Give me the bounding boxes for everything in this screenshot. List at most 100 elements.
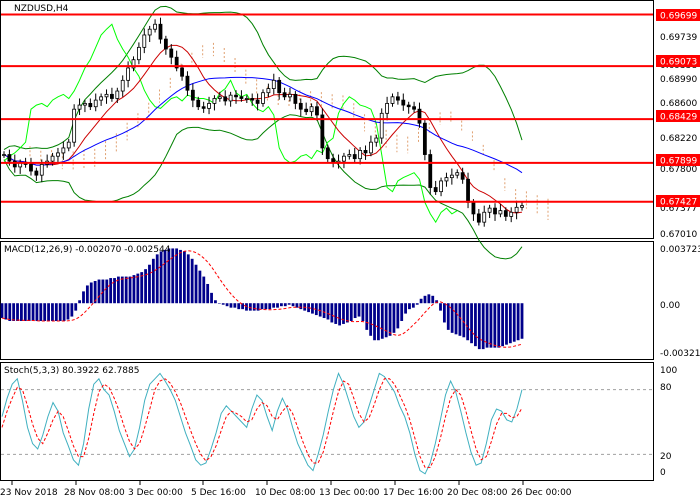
macd-histogram-bar [74,303,78,311]
macd-histogram-bar [508,303,512,344]
stoch-y-tick: 0 [660,468,666,478]
macd-histogram-bar [51,303,54,321]
candle-body [110,93,114,99]
candle-body [369,141,373,154]
price-level-label: 0.67427 [656,195,700,208]
macd-histogram-bar [229,303,233,308]
candle-body [460,172,465,180]
bollinger-lower-line [3,114,523,260]
macd-histogram-bar [58,303,62,321]
candle-body [266,88,271,94]
macd-histogram-bar [477,303,481,350]
candle-body [158,23,163,40]
macd-histogram-bar [20,303,23,321]
macd-histogram-bar [43,303,47,321]
candle-body [363,150,368,154]
bollinger-upper-line [3,5,523,151]
candle-body [487,207,492,213]
macd-histogram-bar [474,303,477,347]
stoch-plot [1,372,653,475]
candle-body [514,206,519,213]
price-plot [1,5,653,260]
candle-body [471,201,476,215]
candle-body [7,154,12,162]
macd-signal-line [1,250,523,348]
candle-body [88,103,93,108]
candle-body [99,96,104,101]
macd-y-tick: -0.003214 [660,349,700,359]
candle-body [163,38,168,50]
candle-body [223,96,228,102]
macd-histogram-bar [4,303,8,320]
macd-histogram-bar [70,303,74,317]
price-y-tick: 0.68600 [660,99,697,109]
candle-body [401,99,406,106]
macd-histogram-bar [136,273,140,304]
macd-histogram-bar [78,300,82,304]
macd-histogram-bar [163,249,167,304]
macd-histogram-bar [431,295,435,304]
candle-body [261,92,265,104]
ichimoku-tenkan-line [3,44,523,214]
candle-body [352,154,357,160]
x-axis [11,481,524,485]
candle-body [93,99,98,108]
x-tick-label: 20 Dec 08:00 [447,488,508,498]
macd-histogram-bar [454,303,458,335]
candle-body [466,178,470,203]
macd-histogram-bar [23,303,27,321]
macd-histogram-bar [85,285,89,304]
macd-histogram-bar [62,303,66,321]
candle-body [309,106,314,113]
macd-histogram-bar [404,303,407,314]
macd-histogram-bar [291,303,295,307]
price-level-label: 0.68429 [656,110,700,123]
candle-body [66,141,71,149]
candle-body [255,99,260,104]
macd-histogram-bar [140,272,144,304]
macd-histogram-bar [175,248,179,304]
macd-histogram-bar [373,303,376,341]
price-y-tick: 0.68220 [660,134,697,144]
candle-body [142,34,147,48]
x-tick-label: 23 Nov 2018 [0,488,58,498]
macd-histogram-bar [349,303,353,321]
macd-histogram-bar [159,251,163,304]
stoch-panel-frame [0,362,654,481]
candle-body [498,210,503,215]
macd-histogram-bar [357,303,361,317]
candle-body [61,147,66,154]
price-level-text: 0.68429 [660,113,697,123]
macd-histogram-bar [326,303,330,320]
macd-histogram-bar [330,303,334,323]
macd-histogram-bar [194,264,198,304]
macd-histogram-bar [12,303,16,321]
macd-chart-title: MACD(12,26,9) -0.002070 -0.002544 [4,245,171,255]
price-y-tick: 0.68990 [660,75,697,85]
macd-histogram-bar [167,248,171,304]
candle-body [342,155,346,162]
candle-body [136,46,141,61]
macd-histogram-bar [466,303,470,341]
x-tick-label: 13 Dec 00:00 [319,488,380,498]
macd-histogram-bar [419,298,423,304]
candle-body [104,93,109,98]
candle-body [444,177,449,182]
macd-histogram-bar [388,303,392,336]
chart-canvas[interactable]: NZDUSD,H4 MACD(12,26,9) -0.002070 -0.002… [0,0,700,500]
macd-histogram-bar [202,276,206,304]
macd-histogram-bar [520,303,524,339]
candle-body [395,96,400,101]
candle-body [282,92,287,98]
macd-histogram-bar [132,275,136,304]
price-y-tick: 0.69739 [660,33,697,43]
macd-histogram-bar [501,303,504,347]
macd-histogram-bar [155,254,159,304]
macd-histogram-bar [31,303,35,321]
macd-histogram-bar [210,292,213,304]
macd-histogram-bar [392,303,396,333]
price-level-label: 0.69699 [656,9,700,22]
x-tick-label: 10 Dec 08:00 [255,488,316,498]
x-tick-label: 3 Dec 00:00 [128,488,183,498]
macd-histogram-bar [342,303,345,324]
